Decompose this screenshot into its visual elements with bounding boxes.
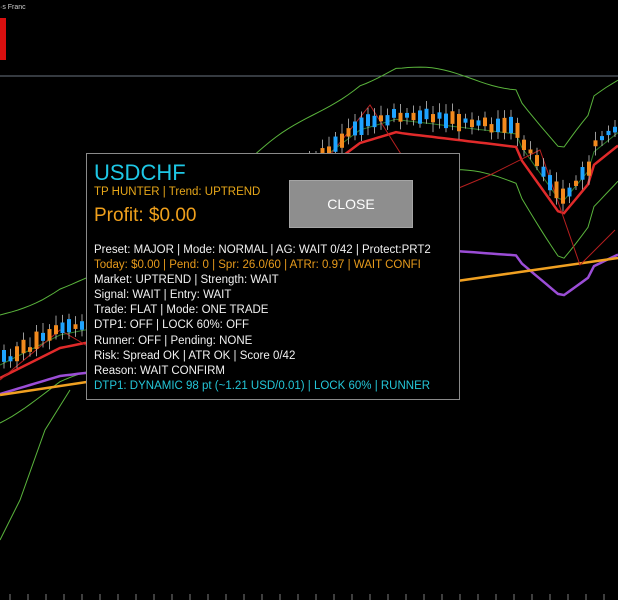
bull-candle	[600, 136, 604, 141]
bear-candle	[411, 112, 416, 121]
window-title: ·s Franc	[0, 4, 26, 11]
bull-candle	[372, 115, 377, 128]
bull-candle	[392, 108, 396, 118]
bear-candle	[47, 329, 52, 341]
bull-candle	[548, 175, 552, 191]
band-tail	[0, 389, 71, 541]
bull-candle	[2, 349, 6, 362]
bull-candle	[405, 112, 409, 118]
bear-candle	[398, 112, 403, 122]
bear-candle	[528, 149, 533, 154]
bear-candle	[21, 339, 26, 354]
status-line: Market: UPTREND | Strength: WAIT	[94, 274, 279, 287]
bull-candle	[567, 187, 572, 197]
bull-candle	[41, 332, 45, 341]
bear-candle	[340, 133, 344, 148]
bear-candle	[593, 140, 598, 147]
bull-candle	[359, 117, 364, 135]
close-button[interactable]: CLOSE	[289, 180, 413, 228]
bear-candle	[554, 181, 559, 199]
status-line: Risk: Spread OK | ATR OK | Score 0/42	[94, 349, 296, 362]
status-line: DTP1: OFF | LOCK 60%: OFF	[94, 319, 250, 332]
bull-candle	[541, 166, 546, 177]
bull-candle	[476, 120, 481, 126]
bull-candle	[424, 108, 429, 120]
symbol-label: USDCHF	[94, 160, 186, 185]
bear-candle	[28, 347, 32, 352]
bull-candle	[60, 322, 65, 334]
bull-candle	[606, 130, 611, 136]
bull-candle	[366, 114, 370, 127]
bear-candle	[379, 115, 383, 122]
bear-candle	[574, 180, 578, 186]
bear-candle	[515, 122, 520, 138]
status-line: Runner: OFF | Pending: NONE	[94, 334, 253, 347]
bull-candle	[509, 116, 513, 133]
bear-candle	[470, 119, 474, 128]
bear-candle	[587, 161, 591, 176]
bear-candle	[535, 155, 539, 167]
status-line: Reason: WAIT CONFIRM	[94, 364, 225, 377]
bull-candle	[80, 321, 84, 330]
bear-candle	[483, 117, 487, 127]
status-line: Today: $0.00 | Pend: 0 | Spr: 26.0/60 | …	[94, 259, 421, 272]
status-line: Trade: FLAT | Mode: ONE TRADE	[94, 304, 269, 317]
strategy-trend-label: TP HUNTER | Trend: UPTREND	[94, 186, 261, 198]
bear-candle	[457, 113, 461, 132]
bull-candle	[580, 167, 585, 180]
status-line: Preset: MAJOR | Mode: NORMAL | AG: WAIT …	[94, 244, 431, 256]
status-line: Signal: WAIT | Entry: WAIT	[94, 289, 232, 302]
bear-candle	[502, 117, 507, 133]
bull-candle	[385, 115, 390, 126]
bear-candle	[34, 331, 39, 349]
bear-candle	[431, 114, 435, 123]
status-lines: Preset: MAJOR | Mode: NORMAL | AG: WAIT …	[94, 243, 431, 394]
bull-candle	[333, 136, 338, 152]
bull-candle	[463, 118, 468, 123]
bull-candle	[67, 319, 71, 333]
bear-candle	[346, 128, 351, 137]
bull-candle	[418, 110, 422, 124]
bear-candle	[489, 124, 494, 133]
bull-candle	[496, 118, 500, 133]
bull-candle	[437, 112, 442, 119]
one-click-trade-marker[interactable]	[0, 18, 6, 60]
bull-candle	[613, 126, 617, 133]
bear-candle	[522, 139, 526, 151]
bull-candle	[353, 121, 357, 136]
bear-candle	[54, 325, 58, 335]
bear-candle	[450, 111, 455, 124]
bear-candle	[561, 188, 565, 204]
status-line: DTP1: DYNAMIC 98 pt (~1.21 USD/0.01) | L…	[94, 379, 431, 392]
bull-candle	[8, 356, 13, 362]
profit-label: Profit: $0.00	[94, 205, 197, 226]
bear-candle	[15, 346, 19, 362]
bear-candle	[73, 324, 78, 329]
bull-candle	[444, 113, 448, 129]
ea-info-panel: USDCHF TP HUNTER | Trend: UPTREND Profit…	[86, 153, 460, 400]
